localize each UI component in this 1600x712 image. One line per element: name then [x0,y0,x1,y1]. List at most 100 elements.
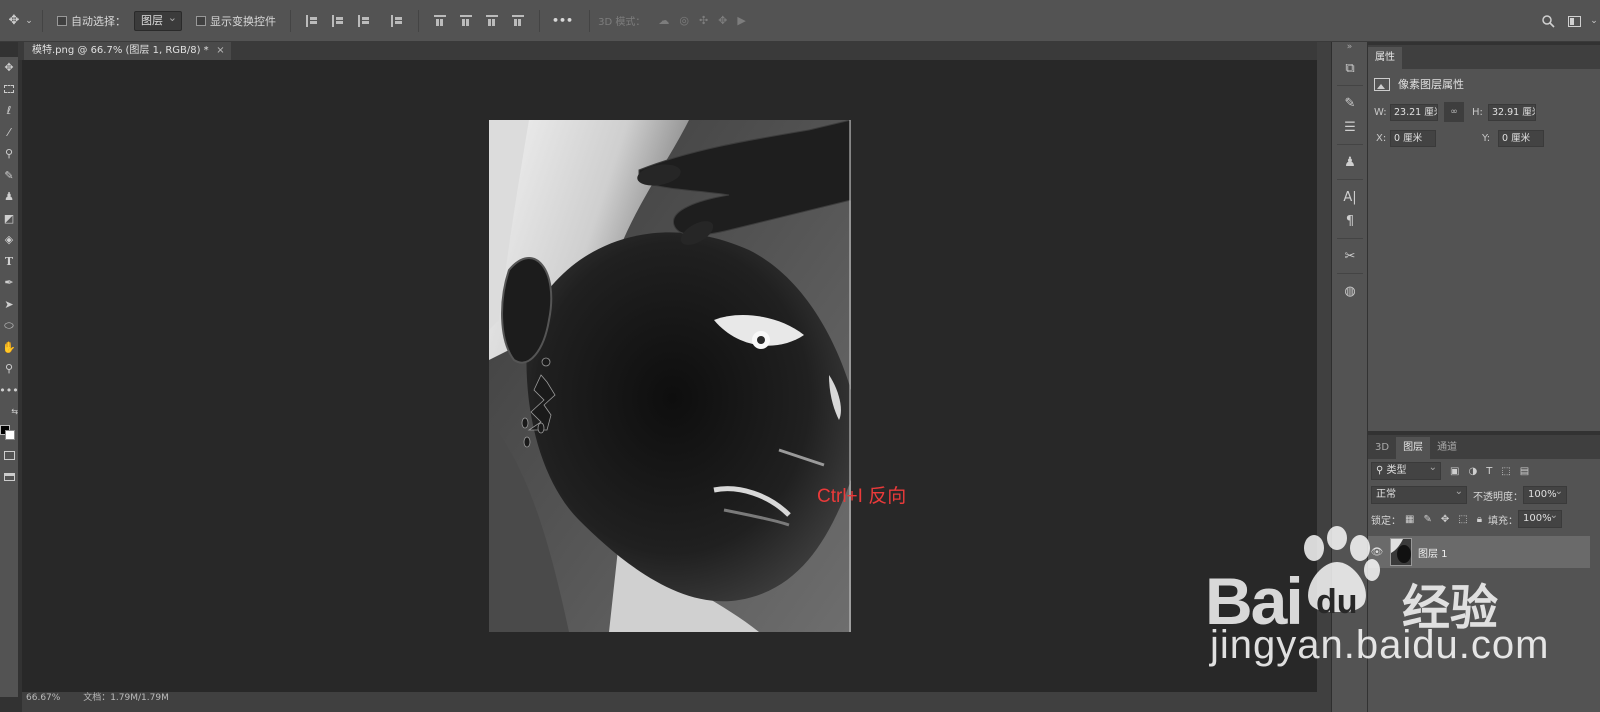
blend-row: 正常 不透明度： 100% [1368,483,1600,507]
align-bottom-icon[interactable] [486,14,498,27]
tab-properties[interactable]: 属性 [1368,47,1402,69]
width-field[interactable]: 23.21 厘米 [1390,103,1438,121]
filter-adjustment-icon[interactable]: ◑ [1468,466,1477,477]
creative-cloud-icon[interactable]: ◍ [1332,279,1368,303]
layer-filter-row: ⚲ 类型 ▣ ◑ T ⬚ ▤ [1368,459,1600,483]
ellipse-tool-icon[interactable]: ⬭ [0,315,18,337]
more-tools-icon[interactable]: ••• [0,380,19,402]
brush-settings-icon[interactable]: ✎ [1332,91,1368,115]
canvas-area[interactable]: Ctrl+I 反向 [22,60,1317,692]
separator [1336,273,1363,274]
quick-mask-icon[interactable] [0,445,18,467]
history-icon[interactable]: ⧉ [1332,56,1368,80]
3d-slide-icon[interactable]: ✥ [718,14,727,27]
magic-wand-tool-icon[interactable]: ⁄ [0,122,18,144]
filter-type-icon[interactable]: T [1486,466,1492,477]
character-icon[interactable]: A| [1332,185,1368,209]
link-dimensions-icon[interactable]: ∞ [1444,102,1464,122]
separator [589,9,591,32]
search-icon[interactable] [1538,11,1558,31]
filter-smart-object-icon[interactable]: ▤ [1520,466,1529,477]
more-options-button[interactable]: ••• [552,14,573,27]
filter-pixel-icon[interactable]: ▣ [1450,466,1459,477]
x-field[interactable]: 0 厘米 [1390,129,1436,147]
tab-channels[interactable]: 通道 [1430,437,1464,459]
clone-source-icon[interactable]: ♟ [1332,150,1368,174]
lasso-tool-icon[interactable]: ℓ [0,100,18,122]
align-center-h-icon[interactable] [332,14,344,27]
zoom-level[interactable]: 66.67% [26,693,60,703]
separator [418,9,419,32]
eraser-tool-icon[interactable]: ◩ [0,208,18,230]
screen-mode-icon[interactable] [0,466,18,488]
workspace-icon[interactable] [1564,11,1584,31]
y-field[interactable]: 0 厘米 [1498,129,1544,147]
auto-select-target-dropdown[interactable]: 图层 [134,9,182,31]
type-tool-icon[interactable]: T [0,251,18,273]
inverted-portrait-image [489,120,851,632]
close-tab-icon[interactable]: × [216,42,224,60]
lock-transparency-icon[interactable]: ▦ [1405,514,1414,525]
show-transform-checkbox[interactable] [196,15,206,26]
lock-pixels-icon[interactable]: ✎ [1423,514,1431,525]
fill-field[interactable]: 100% [1518,508,1563,528]
tab-layers[interactable]: 图层 [1396,437,1431,459]
filter-shape-icon[interactable]: ⬚ [1501,466,1510,477]
separator [1336,238,1363,239]
stamp-tool-icon[interactable]: ♟ [0,186,18,208]
tab-3d[interactable]: 3D [1368,437,1396,459]
opacity-field[interactable]: 100% [1523,484,1567,504]
hand-tool-icon[interactable]: ✋ [0,337,18,359]
move-tool-icon[interactable]: ✥ [0,57,18,79]
adjustments-icon[interactable]: ☰ [1332,115,1368,139]
baidu-du-label: du [1316,583,1358,621]
3d-pan-icon[interactable]: ✣ [699,14,708,27]
background-color-swatch[interactable] [5,429,15,440]
bucket-tool-icon[interactable]: ◈ [0,229,18,251]
properties-panel-tabs: 属性 [1368,45,1600,69]
move-tool-icon[interactable]: ✥ [4,11,24,31]
lock-artboard-icon[interactable]: ⬚ [1458,514,1467,525]
separator [42,9,43,32]
layer-name: 图层 1 [1418,548,1448,560]
workspace-dropdown-icon[interactable]: ⌄ [1588,11,1600,31]
3d-mode-label: 3D 模式： [598,17,646,28]
swap-colors-icon[interactable]: ⇆ [0,401,18,423]
brush-tool-icon[interactable]: ✎ [0,165,18,187]
tools-panel: ✥ ℓ ⁄ ⚲ ✎ ♟ ◩ ◈ T ✒ ➤ ⬭ ✋ ⚲ ••• ⇆ [0,57,19,697]
collapse-dock-icon[interactable]: » [1332,42,1367,56]
blend-mode-dropdown[interactable]: 正常 [1371,484,1467,504]
ctrl-i-invert-annotation: Ctrl+I 反向 [817,486,907,507]
auto-select-checkbox[interactable] [57,15,67,26]
lock-label: 锁定： [1371,515,1401,527]
document-info: 文档：1.79M/1.79M [83,693,169,703]
properties-panel: 属性 像素图层属性 W: 23.21 厘米 ∞ H: 32.91 厘米 X: 0… [1368,45,1600,431]
zoom-tool-icon[interactable]: ⚲ [0,358,18,380]
3d-roll-icon[interactable]: ◎ [679,14,689,27]
document-tab[interactable]: 模特.png @ 66.7% (图层 1, RGB/8) * × [24,42,231,60]
layer-row[interactable]: 👁︎ 图层 1 [1368,536,1590,568]
layer-filter-dropdown[interactable]: ⚲ 类型 [1371,460,1441,480]
tools-preset-icon[interactable]: ✂ [1332,244,1368,268]
fill-label: 填充： [1488,515,1519,527]
distribute-h-icon[interactable] [391,14,403,27]
eyedropper-tool-icon[interactable]: ⚲ [0,143,18,165]
marquee-tool-icon[interactable] [0,79,18,101]
lock-position-icon[interactable]: ✥ [1441,514,1449,525]
lock-all-icon[interactable]: 🔒︎ [1477,514,1482,525]
height-field[interactable]: 32.91 厘米 [1488,103,1536,121]
3d-orbit-icon[interactable]: ☁ [658,14,669,27]
pen-tool-icon[interactable]: ✒ [0,272,18,294]
paragraph-icon[interactable]: ¶ [1332,209,1368,233]
tool-preset-dropdown-icon[interactable]: ⌄ [24,11,34,31]
distribute-v-icon[interactable] [512,14,524,27]
path-select-tool-icon[interactable]: ➤ [0,294,18,316]
align-right-icon[interactable] [358,14,370,27]
layer-filter-kind: 类型 [1386,465,1407,476]
align-middle-v-icon[interactable] [460,14,472,27]
align-left-icon[interactable] [306,14,318,27]
color-swatches[interactable] [0,423,18,445]
align-top-icon[interactable] [434,14,446,27]
separator [290,9,291,32]
3d-scale-icon[interactable]: ▶ [737,14,745,27]
